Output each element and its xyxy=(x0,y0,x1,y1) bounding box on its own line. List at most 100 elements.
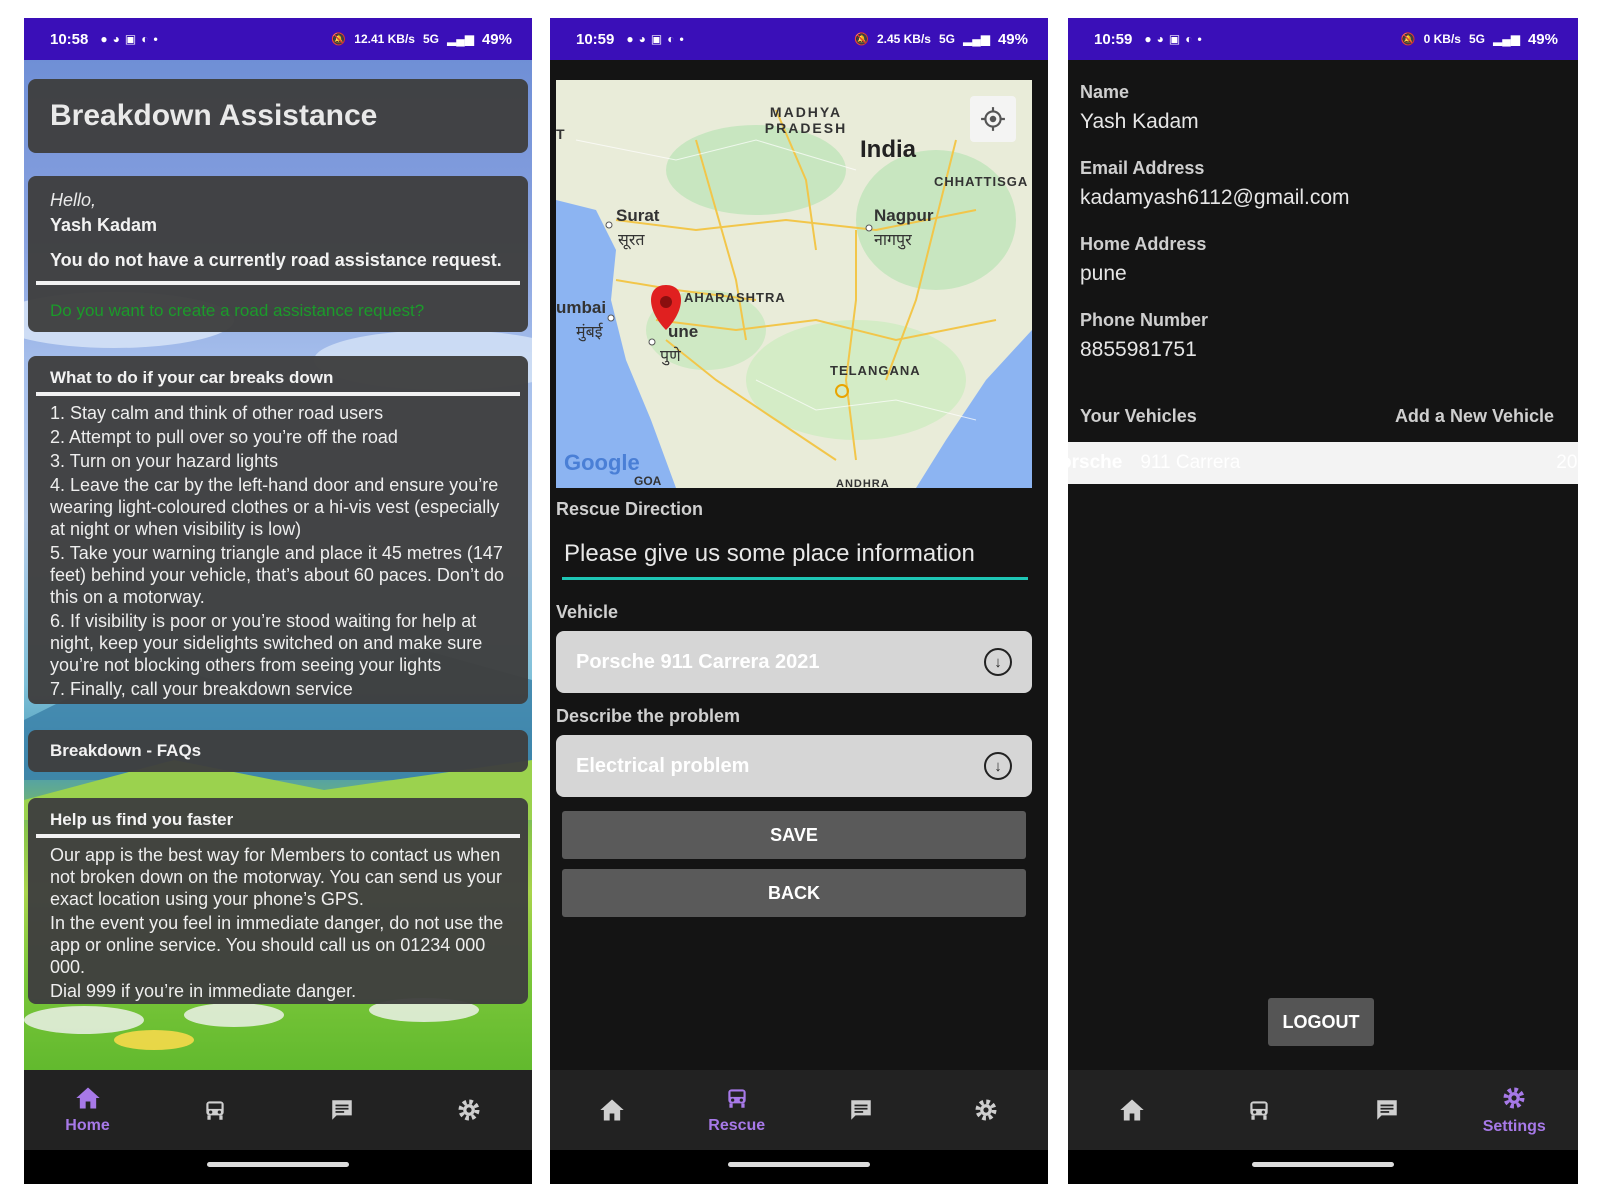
signal-icon: ▂▄▆ xyxy=(1493,32,1520,46)
rescue-direction-input[interactable] xyxy=(562,530,1028,580)
home-address-value: pune xyxy=(1080,262,1127,285)
vehicle-model: 911 Carrera xyxy=(1140,452,1241,473)
map-label-surat-hindi: सूरत xyxy=(618,232,645,249)
home-indicator[interactable] xyxy=(728,1162,870,1167)
nav-home[interactable] xyxy=(1068,1070,1196,1150)
nav-rescue[interactable]: Rescue xyxy=(675,1070,800,1150)
car-icon xyxy=(205,1101,224,1120)
home-icon xyxy=(600,1099,624,1121)
no-request-message: You do not have a currently road assista… xyxy=(50,250,502,270)
greeting-text: Hello, xyxy=(50,190,97,210)
name-value: Yash Kadam xyxy=(1080,110,1199,133)
problem-select[interactable]: Electrical problem ↓ xyxy=(556,735,1032,797)
map-label-andhra: ANDHRA xyxy=(836,478,890,488)
vehicles-header: Your Vehicles Add a New Vehicle xyxy=(1080,406,1554,427)
user-name: Yash Kadam xyxy=(50,215,158,235)
home-indicator[interactable] xyxy=(1252,1162,1394,1167)
signal-label: 5G xyxy=(1468,32,1485,46)
faq-card[interactable]: Breakdown - FAQs xyxy=(28,730,528,772)
gear-icon xyxy=(458,1099,479,1121)
back-button[interactable]: BACK xyxy=(562,869,1026,917)
rescue-screen: 10:59 ●◕▣◐• 🔕 2.45 KB/s 5G ▂▄▆ 49% MADHY… xyxy=(550,18,1048,1184)
nav-settings[interactable]: Settings xyxy=(1451,1070,1579,1150)
home-address-label: Home Address xyxy=(1080,234,1207,254)
car-icon xyxy=(1250,1101,1268,1120)
map-label-mumbai-hindi: मुंबई xyxy=(576,324,603,341)
net-speed: 0 KB/s xyxy=(1423,32,1461,46)
save-button[interactable]: SAVE xyxy=(562,811,1026,859)
home-screen: 10:58 ●◕▣◐• 🔕 12.41 KB/s 5G ▂▄▆ 49% Brea… xyxy=(24,18,532,1184)
bottom-navigation: Settings xyxy=(1068,1070,1578,1150)
nav-home[interactable] xyxy=(550,1070,675,1150)
map-label-surat: Surat xyxy=(616,206,660,225)
gear-icon xyxy=(975,1099,997,1121)
step-item: 1. Stay calm and think of other road use… xyxy=(50,403,384,423)
nav-messages[interactable] xyxy=(278,1070,405,1150)
nav-rescue[interactable] xyxy=(1196,1070,1324,1150)
nav-settings[interactable] xyxy=(405,1070,532,1150)
signal-icon: ▂▄▆ xyxy=(963,32,990,46)
add-vehicle-button[interactable]: Add a New Vehicle xyxy=(1395,406,1554,427)
home-icon xyxy=(1120,1099,1144,1121)
map-label-goa: GOA xyxy=(634,474,662,488)
step-item: 7. Finally, call your breakdown service xyxy=(50,679,353,699)
notification-icons: ●◕▣◐• xyxy=(100,32,163,46)
nav-messages[interactable] xyxy=(799,1070,924,1150)
phone-number-value: 8855981751 xyxy=(1080,338,1197,361)
vehicle-list-item[interactable]: orsche 911 Carrera 202 xyxy=(1068,442,1578,484)
map-label-india: India xyxy=(860,136,917,163)
gesture-bar xyxy=(24,1150,532,1184)
google-logo: Google xyxy=(564,450,640,475)
chat-icon xyxy=(1377,1100,1397,1120)
nav-settings[interactable] xyxy=(924,1070,1049,1150)
vehicle-year: 202 xyxy=(1556,452,1578,473)
car-icon xyxy=(728,1089,746,1108)
settings-screen: 10:59 ●◕▣◐• 🔕 0 KB/s 5G ▂▄▆ 49% Name Yas… xyxy=(1068,18,1578,1184)
map-label-telangana: TELANGANA xyxy=(830,363,921,378)
greeting-card: Hello, Yash Kadam You do not have a curr… xyxy=(28,176,528,332)
crosshair-icon xyxy=(981,107,1005,131)
vehicle-select[interactable]: Porsche 911 Carrera 2021 ↓ xyxy=(556,631,1032,693)
nav-messages[interactable] xyxy=(1323,1070,1451,1150)
battery-level: 49% xyxy=(481,30,512,48)
signal-icon: ▂▄▆ xyxy=(447,32,474,46)
nav-rescue[interactable] xyxy=(151,1070,278,1150)
map-label-nagpur-hindi: नागपुर xyxy=(874,232,912,249)
home-icon xyxy=(75,1087,100,1109)
my-location-button[interactable] xyxy=(978,104,1008,134)
signal-label: 5G xyxy=(938,32,955,46)
chat-icon xyxy=(331,1100,352,1120)
map-label-pune-hindi: पुणे xyxy=(660,348,681,365)
battery-level: 49% xyxy=(997,30,1028,48)
help-text: Our app is the best way for Members to c… xyxy=(50,845,502,909)
breakdown-steps-card: What to do if your car breaks down 1. St… xyxy=(28,356,528,704)
divider xyxy=(36,834,520,838)
step-item: 5. Take your warning triangle and place … xyxy=(50,543,504,607)
logout-button[interactable]: LOGOUT xyxy=(1268,998,1374,1046)
vehicle-make: orsche xyxy=(1068,452,1123,473)
step-item: 2. Attempt to pull over so you’re off th… xyxy=(50,427,398,447)
step-item: 3. Turn on your hazard lights xyxy=(50,451,279,471)
rescue-direction-label: Rescue Direction xyxy=(556,499,704,519)
help-card: Help us find you faster Our app is the b… xyxy=(28,798,528,1004)
status-time: 10:58 xyxy=(50,30,89,48)
status-time: 10:59 xyxy=(576,30,615,48)
status-right: 🔕 0 KB/s 5G ▂▄▆ 49% xyxy=(1401,31,1558,48)
mute-icon: 🔕 xyxy=(331,32,347,46)
dropdown-arrow-icon: ↓ xyxy=(984,648,1012,676)
battery-level: 49% xyxy=(1527,30,1558,48)
nav-home-label: Home xyxy=(65,1117,110,1134)
problem-label: Describe the problem xyxy=(556,706,741,726)
home-indicator[interactable] xyxy=(207,1162,349,1167)
bottom-navigation: Rescue xyxy=(550,1070,1048,1150)
create-request-link[interactable]: Do you want to create a road assistance … xyxy=(50,301,506,321)
map-label-mumbai: umbai xyxy=(556,298,607,317)
signal-label: 5G xyxy=(422,32,439,46)
map-label-pune: une xyxy=(668,322,699,341)
rescue-map[interactable]: MADHYA PRADESH India CHHATTISGA T Surat … xyxy=(556,80,1032,488)
your-vehicles-label: Your Vehicles xyxy=(1080,406,1197,426)
nav-home[interactable]: Home xyxy=(24,1070,151,1150)
map-label-maharashtra: AHARASHTRA xyxy=(684,290,786,305)
map-label-nagpur: Nagpur xyxy=(874,206,934,225)
map-label-madhya-pradesh: MADHYA PRADESH xyxy=(764,104,848,136)
